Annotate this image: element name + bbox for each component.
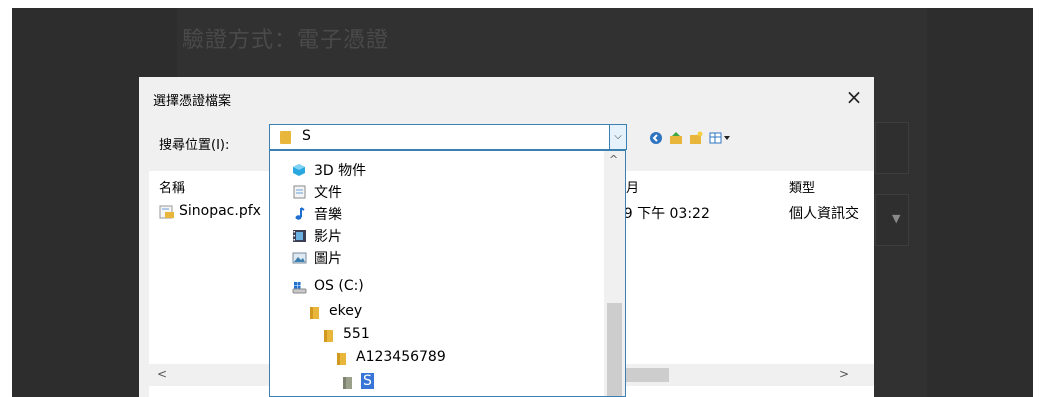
look-in-combobox[interactable]: S: [269, 124, 614, 150]
column-header-date[interactable]: 月: [626, 177, 639, 196]
folder-icon: [337, 353, 346, 365]
3d-objects-icon: [293, 164, 305, 176]
new-folder-icon[interactable]: [689, 131, 703, 145]
vertical-scrollbar[interactable]: ^: [604, 151, 625, 396]
column-header-name[interactable]: 名稱: [159, 177, 185, 196]
folder-icon: [343, 377, 352, 389]
scroll-left-icon[interactable]: <: [157, 367, 167, 381]
drive-icon: [292, 282, 307, 294]
column-header-type[interactable]: 類型: [789, 177, 815, 196]
close-button[interactable]: ×: [839, 83, 869, 111]
dropdown-item-label: 圖片: [314, 251, 342, 267]
folder-icon: [324, 330, 333, 342]
documents-icon: [293, 185, 306, 199]
file-date: /9 下午 03:22: [619, 206, 710, 222]
look-in-dropdown-button[interactable]: ⌵: [609, 124, 627, 150]
dropdown-item-label: 文件: [314, 185, 342, 201]
scroll-thumb[interactable]: [607, 303, 622, 396]
dropdown-item-label: A123456789: [356, 349, 446, 365]
scroll-up-icon[interactable]: ^: [609, 153, 618, 166]
certificate-file-icon: [159, 205, 174, 219]
pictures-icon: [292, 252, 307, 264]
dropdown-item-label: 影片: [314, 229, 342, 245]
scroll-right-icon[interactable]: >: [839, 367, 849, 381]
file-name[interactable]: Sinopac.pfx: [179, 203, 261, 219]
videos-icon: [293, 230, 306, 242]
view-menu-icon[interactable]: [709, 131, 733, 145]
folder-icon: [280, 131, 291, 144]
background-input: [875, 122, 909, 174]
dropdown-item-label: OS (C:): [314, 278, 364, 294]
dropdown-item-label: S: [361, 373, 374, 389]
page-heading: 驗證方式：電子憑證: [182, 28, 390, 53]
back-icon[interactable]: [649, 131, 663, 145]
file-type: 個人資訊交換: [789, 206, 859, 222]
look-in-label: 搜尋位置(I):: [159, 138, 230, 153]
look-in-value: S: [302, 128, 311, 144]
dropdown-item-label: 3D 物件: [314, 163, 367, 179]
music-icon: [295, 207, 305, 220]
dropdown-item-label: 551: [343, 326, 370, 342]
look-in-dropdown-list[interactable]: 3D 物件 文件 音樂 影片 圖片 OS (C:) ekey 551 A1234…: [269, 150, 626, 397]
up-folder-icon[interactable]: [669, 131, 683, 145]
dropdown-item-label: ekey: [329, 303, 363, 319]
folder-icon: [310, 307, 319, 319]
dialog-title: 選擇憑證檔案: [153, 94, 232, 109]
dropdown-item-label: 音樂: [314, 207, 342, 223]
background-select-arrow-icon: ▼: [892, 212, 901, 225]
